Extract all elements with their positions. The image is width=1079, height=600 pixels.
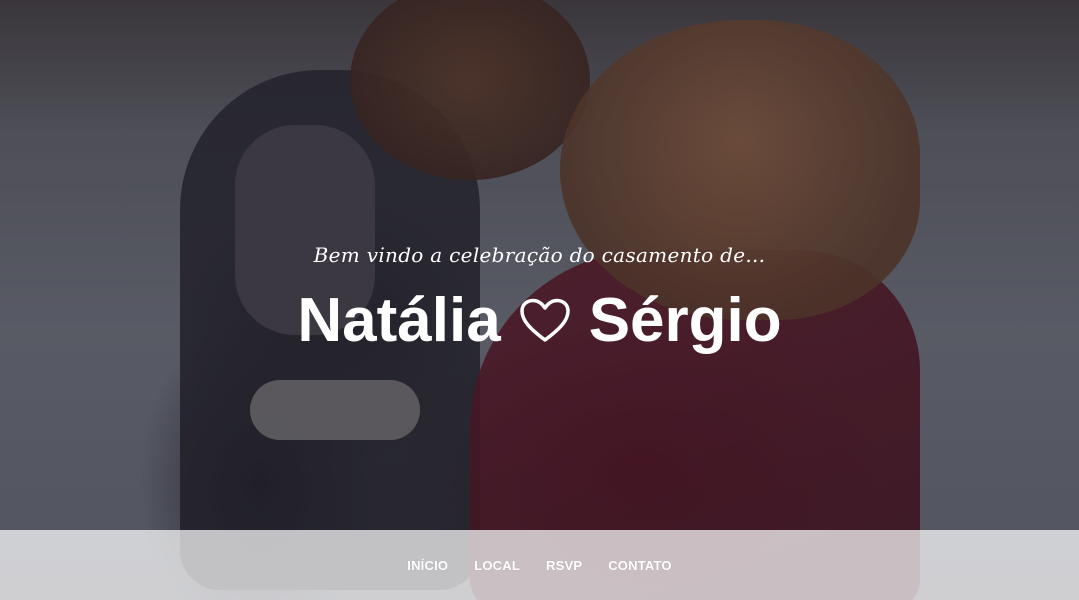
heart-icon — [515, 291, 575, 351]
welcome-tagline: Bem vindo a celebração do casamento de..… — [313, 243, 766, 267]
main-navbar: INÍCIO LOCAL RSVP CONTATO — [0, 530, 1079, 600]
couple-names: Natália Sérgio — [0, 286, 1079, 356]
nav-link-local[interactable]: LOCAL — [474, 554, 520, 577]
nav-link-rsvp[interactable]: RSVP — [546, 554, 582, 577]
hero-section: Bem vindo a celebração do casamento de..… — [0, 0, 1079, 600]
groom-name: Sérgio — [588, 286, 782, 355]
bride-name: Natália — [297, 286, 501, 355]
hero-content: Bem vindo a celebração do casamento de..… — [0, 240, 1079, 356]
nav-link-contato[interactable]: CONTATO — [608, 554, 672, 577]
nav-link-inicio[interactable]: INÍCIO — [407, 554, 448, 577]
